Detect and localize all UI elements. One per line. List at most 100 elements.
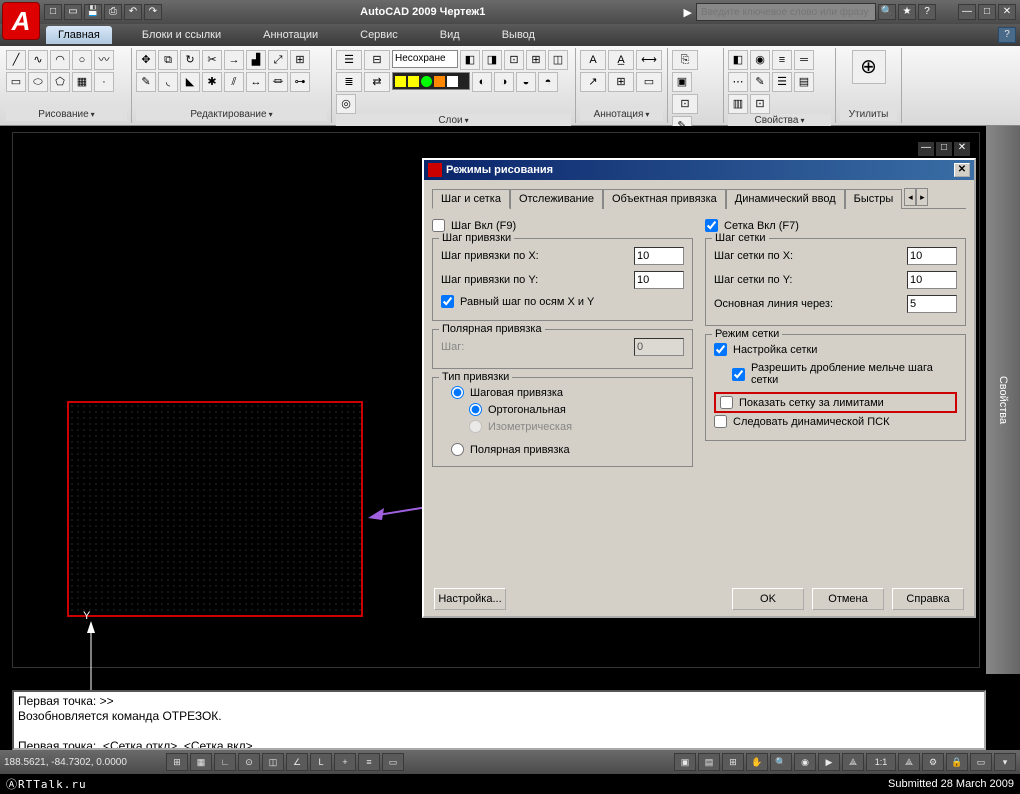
dlg-close-icon[interactable]: ✕	[954, 142, 970, 156]
chamfer-icon[interactable]: ◣	[180, 72, 200, 92]
field-icon[interactable]: ▭	[636, 72, 662, 92]
save-icon[interactable]: 💾	[84, 4, 102, 20]
options-button[interactable]: Настройка...	[434, 588, 506, 610]
text-icon[interactable]: A	[580, 50, 606, 70]
panel-draw-label[interactable]: Рисование▾	[6, 108, 127, 121]
annovis-icon[interactable]: ⟁	[898, 753, 920, 771]
props2-icon[interactable]: ⊡	[750, 94, 770, 114]
insert-icon[interactable]: ⎘	[672, 50, 698, 70]
help-icon[interactable]: ?	[918, 4, 936, 20]
break-icon[interactable]: ⏛	[268, 72, 288, 92]
maximize-icon[interactable]: □	[978, 4, 996, 20]
tab-dynamic[interactable]: Динамический ввод	[726, 189, 845, 209]
zoom-icon[interactable]: 🔍	[770, 753, 792, 771]
show-beyond-limits-checkbox[interactable]	[720, 396, 733, 409]
leader-icon[interactable]: ↗	[580, 72, 606, 92]
app-menu-button[interactable]: A	[2, 2, 40, 40]
layerstate-select[interactable]: Несохране	[392, 50, 458, 68]
equal-xy-checkbox[interactable]	[441, 295, 454, 308]
minimize-icon[interactable]: —	[958, 4, 976, 20]
measure-icon[interactable]: ⊕	[852, 50, 886, 84]
dialog-close-icon[interactable]: ✕	[954, 163, 970, 177]
point-icon[interactable]: ·	[94, 72, 114, 92]
array-icon[interactable]: ⊞	[290, 50, 310, 70]
annoscale-icon[interactable]: ⟁	[842, 753, 864, 771]
rotate-icon[interactable]: ↻	[180, 50, 200, 70]
grid-x-input[interactable]	[907, 247, 957, 265]
tab-scroll-left-icon[interactable]: ◂	[904, 188, 916, 206]
tray-icon[interactable]: ▾	[994, 753, 1016, 771]
close-icon[interactable]: ✕	[998, 4, 1016, 20]
layermove-icon[interactable]: ⇄	[364, 72, 390, 92]
redo-icon[interactable]: ↷	[144, 4, 162, 20]
blockdef-icon[interactable]: ▣	[672, 72, 692, 92]
rect-icon[interactable]: ▭	[6, 72, 26, 92]
circle-icon[interactable]: ○	[72, 50, 92, 70]
table-icon[interactable]: ⊞	[608, 72, 634, 92]
panel-util-label[interactable]: Утилиты	[840, 108, 897, 121]
mtext-icon[interactable]: A̲	[608, 50, 634, 70]
model-toggle-icon[interactable]: ▭	[382, 753, 404, 771]
bylayer-icon[interactable]: ▤	[794, 72, 814, 92]
ltype-icon[interactable]: ≡	[772, 50, 792, 70]
follow-ucs-checkbox[interactable]	[714, 415, 727, 428]
layer5-icon[interactable]: ◫	[548, 50, 568, 70]
showmotion-icon[interactable]: ▶	[818, 753, 840, 771]
tab-view[interactable]: Вид	[428, 26, 472, 44]
layer6-icon[interactable]: ◐	[472, 72, 492, 92]
help-button[interactable]: Справка	[892, 588, 964, 610]
adaptive-checkbox[interactable]	[714, 343, 727, 356]
grid-on-checkbox[interactable]	[705, 219, 718, 232]
stretch-icon[interactable]: ↔	[246, 72, 266, 92]
tab-snap-grid[interactable]: Шаг и сетка	[432, 189, 510, 209]
search-input[interactable]	[696, 3, 876, 21]
grid-toggle-icon[interactable]: ▦	[190, 753, 212, 771]
dim-icon[interactable]: ⟷	[636, 50, 662, 70]
ellipse-icon[interactable]: ⬭	[28, 72, 48, 92]
layercombine-icon[interactable]: ≣	[336, 72, 362, 92]
match-icon[interactable]: ✎	[750, 72, 770, 92]
panel-anno-label[interactable]: Аннотация▾	[580, 108, 663, 121]
command-line[interactable]: Первая точка: >> Возобновляется команда …	[12, 690, 986, 750]
tab-scroll-right-icon[interactable]: ▸	[916, 188, 928, 206]
ducs-toggle-icon[interactable]: L	[310, 753, 332, 771]
layer4-icon[interactable]: ⊞	[526, 50, 546, 70]
layer9-icon[interactable]: ◓	[538, 72, 558, 92]
list-icon[interactable]: ☰	[772, 72, 792, 92]
copy-icon[interactable]: ⧉	[158, 50, 178, 70]
layer10-icon[interactable]: ◎	[336, 94, 356, 114]
colorwheel-icon[interactable]: ◉	[750, 50, 770, 70]
steering-icon[interactable]: ◉	[794, 753, 816, 771]
qv-icon[interactable]: ⊞	[722, 753, 744, 771]
grid-y-input[interactable]	[907, 271, 957, 289]
tab-annotations[interactable]: Аннотации	[251, 26, 330, 44]
line-icon[interactable]: ╱	[6, 50, 26, 70]
dlg-max-icon[interactable]: □	[936, 142, 952, 156]
extend-icon[interactable]: →	[224, 50, 244, 70]
erase-icon[interactable]: ✎	[136, 72, 156, 92]
hatch-icon[interactable]: ▦	[72, 72, 92, 92]
tab-output[interactable]: Вывод	[490, 26, 547, 44]
tab-blocks[interactable]: Блоки и ссылки	[130, 26, 233, 44]
tab-osnap[interactable]: Объектная привязка	[603, 189, 726, 209]
move-icon[interactable]: ✥	[136, 50, 156, 70]
snap-on-checkbox[interactable]	[432, 219, 445, 232]
ortho-toggle-icon[interactable]: ∟	[214, 753, 236, 771]
snap-y-input[interactable]	[634, 271, 684, 289]
layer-icon[interactable]: ◧	[460, 50, 480, 70]
ok-button[interactable]: OK	[732, 588, 804, 610]
help-button[interactable]: ?	[998, 27, 1016, 43]
tab-tracking[interactable]: Отслеживание	[510, 189, 603, 209]
coordinate-display[interactable]: 188.5621, -84.7302, 0.0000	[4, 757, 164, 768]
lwt-toggle-icon[interactable]: ≡	[358, 753, 380, 771]
color-icon[interactable]: ◧	[728, 50, 748, 70]
dlg-min-icon[interactable]: —	[918, 142, 934, 156]
new-icon[interactable]: □	[44, 4, 62, 20]
osnap-toggle-icon[interactable]: ◫	[262, 753, 284, 771]
cancel-button[interactable]: Отмена	[812, 588, 884, 610]
otrack-toggle-icon[interactable]: ∠	[286, 753, 308, 771]
explode-icon[interactable]: ✱	[202, 72, 222, 92]
offset-icon[interactable]: ⫽	[224, 72, 244, 92]
fillet-icon[interactable]: ◟	[158, 72, 178, 92]
dialog-titlebar[interactable]: Режимы рисования ✕	[424, 160, 974, 180]
